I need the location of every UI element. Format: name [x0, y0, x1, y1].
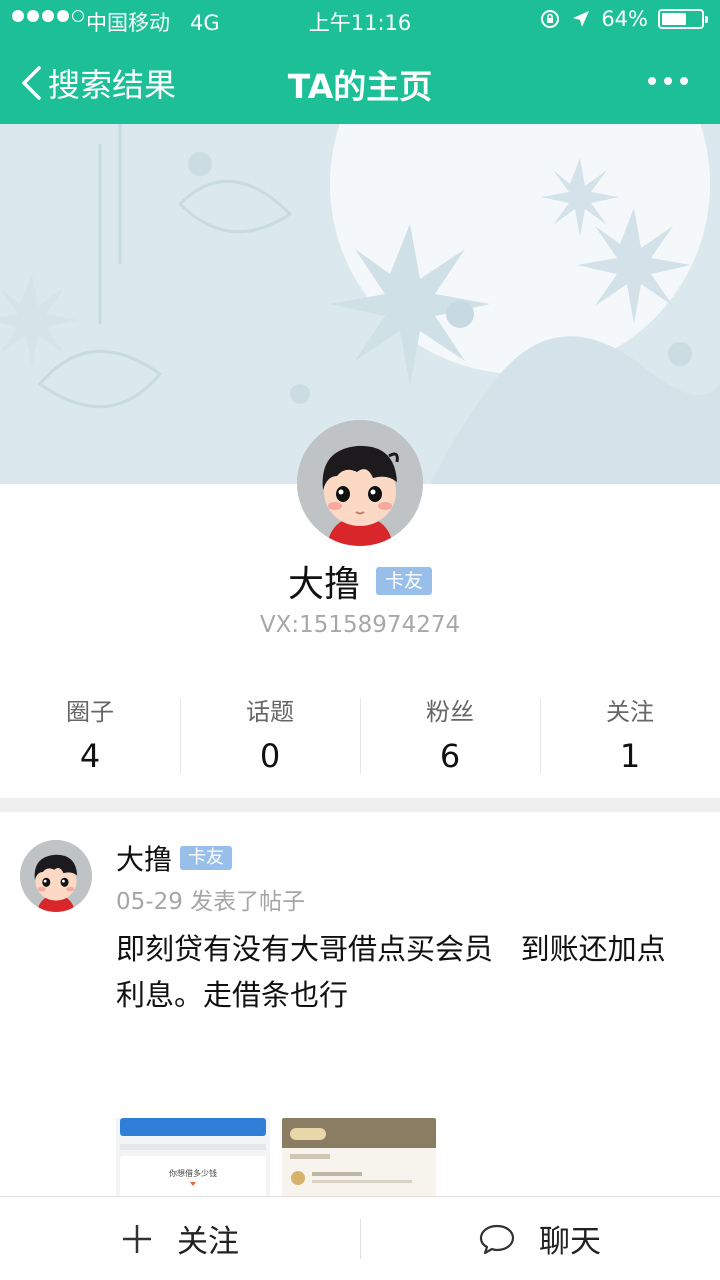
stat-value: 0 — [259, 737, 281, 775]
more-dot-icon — [648, 77, 656, 85]
more-dot-icon — [680, 77, 688, 85]
post-images: 你想借多少钱 — [116, 1118, 436, 1198]
bottom-action-bar: 关注 聊天 — [0, 1196, 720, 1280]
post-timestamp: 05-29 发表了帖子 — [116, 889, 306, 915]
post-image-thumbnail[interactable] — [282, 1118, 436, 1198]
profile-stats: 圈子 4 话题 0 粉丝 6 关注 1 — [0, 690, 720, 780]
navigation-bar: 搜索结果 TA的主页 — [0, 40, 720, 124]
status-bar: 中国移动 4G 上午11:16 64% — [0, 0, 720, 40]
profile-name: 大撸 — [287, 564, 360, 605]
stat-label: 话题 — [246, 698, 294, 726]
follow-label: 关注 — [177, 1224, 239, 1260]
chat-button[interactable]: 聊天 — [360, 1197, 720, 1280]
post-author-name[interactable]: 大撸 — [116, 838, 172, 878]
plus-icon — [123, 1224, 151, 1253]
chat-bubble-icon — [479, 1224, 515, 1254]
stat-value: 1 — [619, 737, 641, 775]
profile-avatar[interactable] — [297, 420, 423, 546]
follow-button[interactable]: 关注 — [0, 1197, 360, 1280]
stat-label: 关注 — [606, 698, 654, 726]
back-label: 搜索结果 — [48, 66, 177, 104]
stat-value: 4 — [79, 737, 101, 775]
chat-label: 聊天 — [539, 1224, 601, 1260]
post-author-avatar[interactable] — [20, 840, 92, 912]
stat-topics[interactable]: 话题 0 — [180, 690, 360, 780]
profile-name-row: 大撸 卡友 — [0, 556, 720, 606]
stat-label: 粉丝 — [426, 698, 474, 726]
post-author-row: 大撸 卡友 — [116, 838, 233, 878]
more-dot-icon — [664, 77, 672, 85]
stat-fans[interactable]: 粉丝 6 — [360, 690, 540, 780]
post-image-thumbnail[interactable]: 你想借多少钱 — [116, 1118, 270, 1198]
post-author-badge: 卡友 — [180, 846, 233, 870]
section-divider — [0, 798, 720, 812]
user-level-badge: 卡友 — [376, 567, 433, 595]
chevron-left-icon — [22, 66, 41, 100]
stat-value: 6 — [439, 737, 461, 775]
back-button[interactable]: 搜索结果 — [20, 60, 176, 106]
stat-label: 圈子 — [66, 698, 114, 726]
battery-percent: 64% — [601, 7, 648, 31]
stat-circles[interactable]: 圈子 4 — [0, 690, 180, 780]
more-menu-button[interactable] — [648, 66, 688, 96]
location-arrow-icon — [573, 11, 590, 27]
thumbnail-text: 你想借多少钱 — [169, 1168, 217, 1178]
rotation-lock-icon — [541, 10, 560, 28]
stat-following[interactable]: 关注 1 — [540, 690, 720, 780]
profile-contact: VX:15158974274 — [259, 612, 461, 638]
battery-icon — [658, 9, 708, 29]
post-body[interactable]: 即刻贷有没有大哥借点买会员 到账还加点利息。走借条也行 — [116, 926, 676, 1018]
top-bar: 中国移动 4G 上午11:16 64% 搜索结果 TA的主页 — [0, 0, 720, 124]
